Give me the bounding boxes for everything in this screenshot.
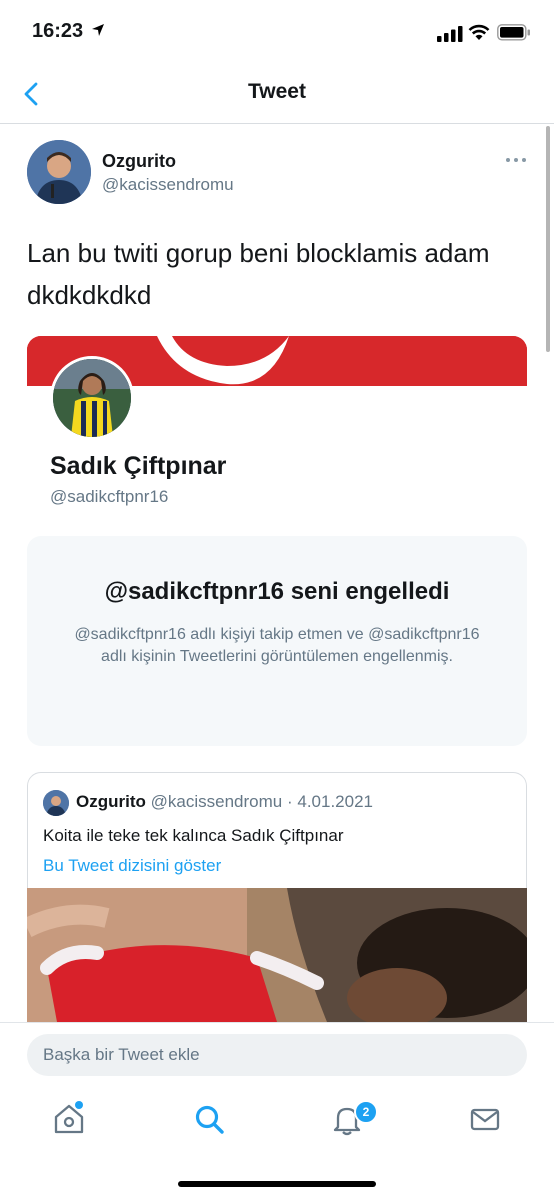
tweet-text: Lan bu twiti gorup beni blocklamis adam … (27, 238, 490, 310)
battery-icon (497, 24, 530, 41)
notifications-badge: 2 (354, 1100, 378, 1124)
messages-icon[interactable] (468, 1102, 502, 1136)
more-options-icon[interactable] (504, 150, 528, 170)
meta-separator: · (286, 792, 293, 811)
show-thread-link[interactable]: Bu Tweet dizisini göster (43, 856, 221, 876)
author-avatar[interactable] (27, 140, 91, 204)
quoted-tweet-media[interactable] (27, 888, 527, 1022)
reply-input[interactable] (27, 1034, 527, 1076)
location-arrow-icon (91, 24, 104, 36)
home-indicator[interactable] (178, 1181, 376, 1187)
quoted-tweet-date: 4.01.2021 (297, 792, 373, 811)
quoted-author-name: Ozgurito (76, 792, 146, 811)
blocked-description: @sadikcftpnr16 adlı kişiyi takip etmen v… (74, 626, 480, 665)
quoted-tweet-meta: Ozgurito @kacissendromu · 4.01.2021 (76, 792, 373, 812)
home-new-indicator (75, 1101, 83, 1109)
author-name[interactable]: Ozgurito (102, 151, 176, 172)
profile-avatar (50, 356, 134, 440)
quoted-author-handle: @kacissendromu (150, 792, 283, 811)
profile-name: Sadık Çiftpınar (50, 452, 227, 480)
scrollbar[interactable] (546, 126, 550, 352)
search-icon[interactable] (192, 1102, 226, 1136)
wifi-icon (468, 24, 490, 40)
quoted-author-avatar (43, 790, 69, 816)
blocked-title: @sadikcftpnr16 seni engelledi (104, 578, 450, 605)
page-title: Tweet (248, 80, 306, 103)
author-handle[interactable]: @kacissendromu (102, 175, 234, 195)
quoted-tweet-text: Koita ile teke tek kalınca Sadık Çiftpın… (43, 826, 344, 845)
nav-divider (0, 123, 554, 124)
signal-icon (437, 26, 463, 42)
status-time: 16:23 (32, 20, 105, 43)
profile-handle: @sadikcftpnr16 (50, 487, 169, 506)
